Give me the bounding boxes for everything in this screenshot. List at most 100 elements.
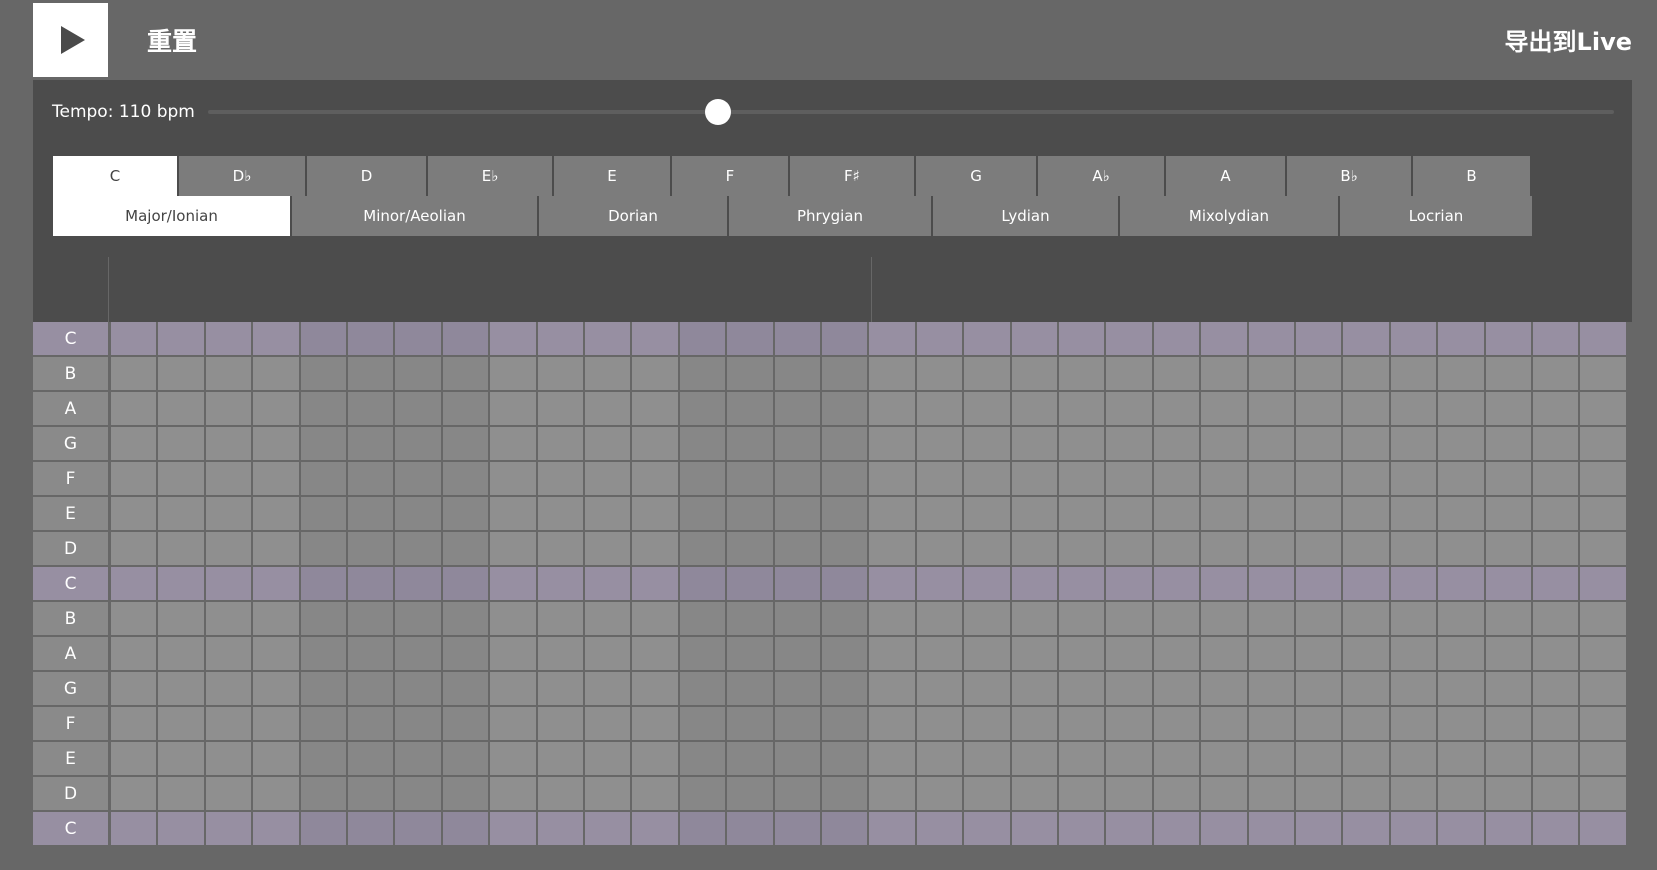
grid-cell[interactable] xyxy=(679,427,726,460)
grid-cell[interactable] xyxy=(822,602,868,635)
grid-cell[interactable] xyxy=(253,777,299,810)
grid-cell[interactable] xyxy=(1011,462,1057,495)
grid-cell[interactable] xyxy=(585,462,631,495)
grid-cell[interactable] xyxy=(1343,532,1389,565)
grid-cell[interactable] xyxy=(1153,742,1200,775)
grid-cell[interactable] xyxy=(774,812,820,845)
grid-cell[interactable] xyxy=(727,637,773,670)
grid-cell[interactable] xyxy=(1580,322,1626,355)
grid-cell[interactable] xyxy=(869,602,915,635)
grid-cell[interactable] xyxy=(1201,427,1247,460)
grid-cell[interactable] xyxy=(395,672,441,705)
grid-cell[interactable] xyxy=(1533,742,1579,775)
grid-cell[interactable] xyxy=(916,602,963,635)
grid-cell[interactable] xyxy=(1296,462,1342,495)
grid-cell[interactable] xyxy=(1059,637,1105,670)
grid-cell[interactable] xyxy=(253,497,299,530)
grid-cell[interactable] xyxy=(395,392,441,425)
grid-cell[interactable] xyxy=(1201,672,1247,705)
grid-cell[interactable] xyxy=(1438,357,1484,390)
reset-button[interactable]: 重置 xyxy=(147,22,197,58)
grid-cell[interactable] xyxy=(632,357,678,390)
grid-cell[interactable] xyxy=(1485,567,1531,600)
grid-cell[interactable] xyxy=(1343,777,1389,810)
grid-cell[interactable] xyxy=(395,462,441,495)
grid-cell[interactable] xyxy=(1438,427,1484,460)
grid-cell[interactable] xyxy=(964,742,1010,775)
grid-cell[interactable] xyxy=(300,322,346,355)
grid-cell[interactable] xyxy=(1059,462,1105,495)
grid-cell[interactable] xyxy=(253,602,299,635)
grid-cell[interactable] xyxy=(632,497,678,530)
grid-cell[interactable] xyxy=(1580,497,1626,530)
grid-cell[interactable] xyxy=(1248,777,1294,810)
grid-cell[interactable] xyxy=(727,357,773,390)
grid-cell[interactable] xyxy=(1390,567,1437,600)
grid-cell[interactable] xyxy=(1343,462,1389,495)
grid-cell[interactable] xyxy=(869,497,915,530)
grid-cell[interactable] xyxy=(1438,602,1484,635)
grid-cell[interactable] xyxy=(1248,637,1294,670)
grid-cell[interactable] xyxy=(964,462,1010,495)
grid-cell[interactable] xyxy=(585,672,631,705)
grid-cell[interactable] xyxy=(585,637,631,670)
grid-cell[interactable] xyxy=(964,707,1010,740)
grid-cell[interactable] xyxy=(395,357,441,390)
grid-cell[interactable] xyxy=(158,567,204,600)
grid-cell[interactable] xyxy=(442,742,489,775)
grid-cell[interactable] xyxy=(442,637,489,670)
grid-cell[interactable] xyxy=(916,497,963,530)
grid-cell[interactable] xyxy=(490,427,536,460)
grid-cell[interactable] xyxy=(253,357,299,390)
grid-cell[interactable] xyxy=(822,392,868,425)
grid-cell[interactable] xyxy=(348,637,394,670)
grid-cell[interactable] xyxy=(679,462,726,495)
grid-cell[interactable] xyxy=(1390,707,1437,740)
grid-cell[interactable] xyxy=(822,812,868,845)
grid-cell[interactable] xyxy=(727,602,773,635)
grid-cell[interactable] xyxy=(111,532,157,565)
grid-cell[interactable] xyxy=(1153,637,1200,670)
grid-cell[interactable] xyxy=(679,532,726,565)
grid-cell[interactable] xyxy=(774,427,820,460)
grid-cell[interactable] xyxy=(1438,532,1484,565)
grid-cell[interactable] xyxy=(537,777,583,810)
grid-cell[interactable] xyxy=(1296,742,1342,775)
grid-cell[interactable] xyxy=(300,392,346,425)
grid-cell[interactable] xyxy=(348,567,394,600)
grid-cell[interactable] xyxy=(585,567,631,600)
grid-cell[interactable] xyxy=(1580,742,1626,775)
grid-cell[interactable] xyxy=(253,812,299,845)
mode-button[interactable]: Lydian xyxy=(933,196,1118,236)
grid-cell[interactable] xyxy=(300,742,346,775)
grid-cell[interactable] xyxy=(1153,777,1200,810)
grid-cell[interactable] xyxy=(869,462,915,495)
tempo-slider[interactable] xyxy=(208,99,1614,125)
grid-cell[interactable] xyxy=(537,707,583,740)
grid-cell[interactable] xyxy=(964,392,1010,425)
grid-cell[interactable] xyxy=(1343,672,1389,705)
grid-cell[interactable] xyxy=(111,707,157,740)
grid-cell[interactable] xyxy=(1011,357,1057,390)
grid-cell[interactable] xyxy=(916,812,963,845)
grid-cell[interactable] xyxy=(869,637,915,670)
grid-cell[interactable] xyxy=(1201,532,1247,565)
grid-cell[interactable] xyxy=(442,777,489,810)
grid-cell[interactable] xyxy=(1106,602,1152,635)
key-button[interactable]: D xyxy=(307,156,426,196)
grid-cell[interactable] xyxy=(1390,322,1437,355)
grid-cell[interactable] xyxy=(1248,427,1294,460)
grid-cell[interactable] xyxy=(774,532,820,565)
grid-cell[interactable] xyxy=(1011,427,1057,460)
grid-cell[interactable] xyxy=(1296,812,1342,845)
grid-cell[interactable] xyxy=(679,567,726,600)
grid-cell[interactable] xyxy=(1201,777,1247,810)
grid-cell[interactable] xyxy=(1485,742,1531,775)
grid-cell[interactable] xyxy=(1059,602,1105,635)
grid-cell[interactable] xyxy=(1390,812,1437,845)
grid-cell[interactable] xyxy=(442,567,489,600)
grid-cell[interactable] xyxy=(490,392,536,425)
grid-cell[interactable] xyxy=(1059,707,1105,740)
grid-cell[interactable] xyxy=(158,602,204,635)
grid-cell[interactable] xyxy=(869,427,915,460)
